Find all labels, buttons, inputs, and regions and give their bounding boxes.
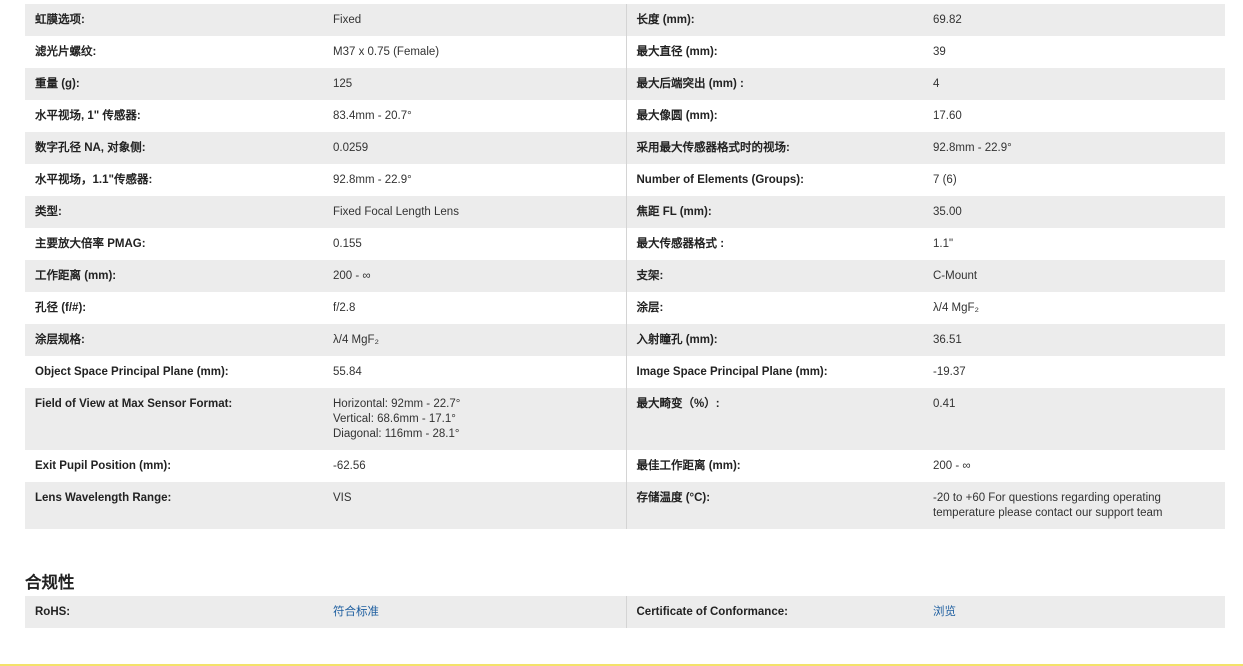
spec-label: 虹膜选项:	[25, 4, 323, 36]
spec-label: 滤光片螺纹:	[25, 36, 323, 68]
spec-value: 92.8mm - 22.9°	[923, 132, 1225, 164]
certificate-label: Certificate of Conformance:	[626, 596, 923, 628]
spec-value: λ/4 MgF₂	[323, 324, 627, 356]
table-row: 滤光片螺纹: M37 x 0.75 (Female) 最大直径 (mm): 39	[25, 36, 1225, 68]
rohs-compliant-link[interactable]: 符合标准	[333, 606, 379, 618]
spec-value: 55.84	[323, 356, 627, 388]
table-row: RoHS: 符合标准 Certificate of Conformance: 浏…	[25, 596, 1225, 628]
rohs-cell: 符合标准	[323, 596, 627, 628]
table-row: Lens Wavelength Range: VIS 存储温度 (°C): -2…	[25, 482, 1225, 529]
spec-value: 39	[923, 36, 1225, 68]
spec-label: 主要放大倍率 PMAG:	[25, 228, 323, 260]
spec-label: 涂层:	[626, 292, 923, 324]
spec-label: Exit Pupil Position (mm):	[25, 450, 323, 482]
spec-label: 重量 (g):	[25, 68, 323, 100]
spec-value: 200 - ∞	[323, 260, 627, 292]
section-title-compliance: 合规性	[25, 574, 75, 592]
table-row: 重量 (g): 125 最大后端突出 (mm) : 4	[25, 68, 1225, 100]
spec-label: 最大传感器格式 :	[626, 228, 923, 260]
table-row: 虹膜选项: Fixed 长度 (mm): 69.82	[25, 4, 1225, 36]
spec-value: 200 - ∞	[923, 450, 1225, 482]
spec-label: 数字孔径 NA, 对象侧:	[25, 132, 323, 164]
spec-label: 孔径 (f/#):	[25, 292, 323, 324]
spec-label: Number of Elements (Groups):	[626, 164, 923, 196]
spec-label: 最大直径 (mm):	[626, 36, 923, 68]
spec-label: Object Space Principal Plane (mm):	[25, 356, 323, 388]
spec-value: VIS	[323, 482, 627, 529]
table-row: 水平视场, 1" 传感器: 83.4mm - 20.7° 最大像圆 (mm): …	[25, 100, 1225, 132]
spec-value: -62.56	[323, 450, 627, 482]
spec-value: 0.41	[923, 388, 1225, 450]
table-row: Object Space Principal Plane (mm): 55.84…	[25, 356, 1225, 388]
spec-label: 采用最大传感器格式时的视场:	[626, 132, 923, 164]
spec-value: 92.8mm - 22.9°	[323, 164, 627, 196]
spec-value: Fixed	[323, 4, 627, 36]
spec-value: 35.00	[923, 196, 1225, 228]
table-row: 类型: Fixed Focal Length Lens 焦距 FL (mm): …	[25, 196, 1225, 228]
spec-label: 长度 (mm):	[626, 4, 923, 36]
table-row: Exit Pupil Position (mm): -62.56 最佳工作距离 …	[25, 450, 1225, 482]
spec-label: 焦距 FL (mm):	[626, 196, 923, 228]
spec-label: 涂层规格:	[25, 324, 323, 356]
spec-value: 0.0259	[323, 132, 627, 164]
table-row: 孔径 (f/#): f/2.8 涂层: λ/4 MgF₂	[25, 292, 1225, 324]
spec-label: 存储温度 (°C):	[626, 482, 923, 529]
spec-value: 17.60	[923, 100, 1225, 132]
page: 虹膜选项: Fixed 长度 (mm): 69.82 滤光片螺纹: M37 x …	[0, 0, 1243, 666]
spec-value: -20 to +60 For questions regarding opera…	[923, 482, 1225, 529]
spec-label: 支架:	[626, 260, 923, 292]
spec-value: 0.155	[323, 228, 627, 260]
spec-label: 最佳工作距离 (mm):	[626, 450, 923, 482]
spec-value: -19.37	[923, 356, 1225, 388]
spec-label: 水平视场, 1" 传感器:	[25, 100, 323, 132]
spec-value: 7 (6)	[923, 164, 1225, 196]
spec-label: 入射瞳孔 (mm):	[626, 324, 923, 356]
spec-value: f/2.8	[323, 292, 627, 324]
spec-label: 最大后端突出 (mm) :	[626, 68, 923, 100]
spec-value: C-Mount	[923, 260, 1225, 292]
table-row: 主要放大倍率 PMAG: 0.155 最大传感器格式 : 1.1"	[25, 228, 1225, 260]
rohs-label: RoHS:	[25, 596, 323, 628]
spec-value: 125	[323, 68, 627, 100]
certificate-cell: 浏览	[923, 596, 1225, 628]
spec-value: λ/4 MgF₂	[923, 292, 1225, 324]
spec-value: 83.4mm - 20.7°	[323, 100, 627, 132]
table-row: 水平视场，1.1"传感器: 92.8mm - 22.9° Number of E…	[25, 164, 1225, 196]
spec-value: 69.82	[923, 4, 1225, 36]
spec-value: M37 x 0.75 (Female)	[323, 36, 627, 68]
spec-value: 36.51	[923, 324, 1225, 356]
spec-label: Lens Wavelength Range:	[25, 482, 323, 529]
spec-label: 水平视场，1.1"传感器:	[25, 164, 323, 196]
table-row: 工作距离 (mm): 200 - ∞ 支架: C-Mount	[25, 260, 1225, 292]
spec-label: 最大像圆 (mm):	[626, 100, 923, 132]
spec-label: Image Space Principal Plane (mm):	[626, 356, 923, 388]
spec-value: 4	[923, 68, 1225, 100]
spec-label: Field of View at Max Sensor Format:	[25, 388, 323, 450]
table-row: 涂层规格: λ/4 MgF₂ 入射瞳孔 (mm): 36.51	[25, 324, 1225, 356]
table-row: Field of View at Max Sensor Format: Hori…	[25, 388, 1225, 450]
compliance-table: RoHS: 符合标准 Certificate of Conformance: 浏…	[25, 596, 1225, 628]
spec-value: Horizontal: 92mm - 22.7° Vertical: 68.6m…	[323, 388, 627, 450]
spec-label: 工作距离 (mm):	[25, 260, 323, 292]
spec-value: 1.1"	[923, 228, 1225, 260]
spec-label: 类型:	[25, 196, 323, 228]
certificate-view-link[interactable]: 浏览	[933, 606, 956, 618]
spec-value: Fixed Focal Length Lens	[323, 196, 627, 228]
specifications-table: 虹膜选项: Fixed 长度 (mm): 69.82 滤光片螺纹: M37 x …	[25, 4, 1225, 529]
table-row: 数字孔径 NA, 对象侧: 0.0259 采用最大传感器格式时的视场: 92.8…	[25, 132, 1225, 164]
spec-label: 最大畸变（%）:	[626, 388, 923, 450]
